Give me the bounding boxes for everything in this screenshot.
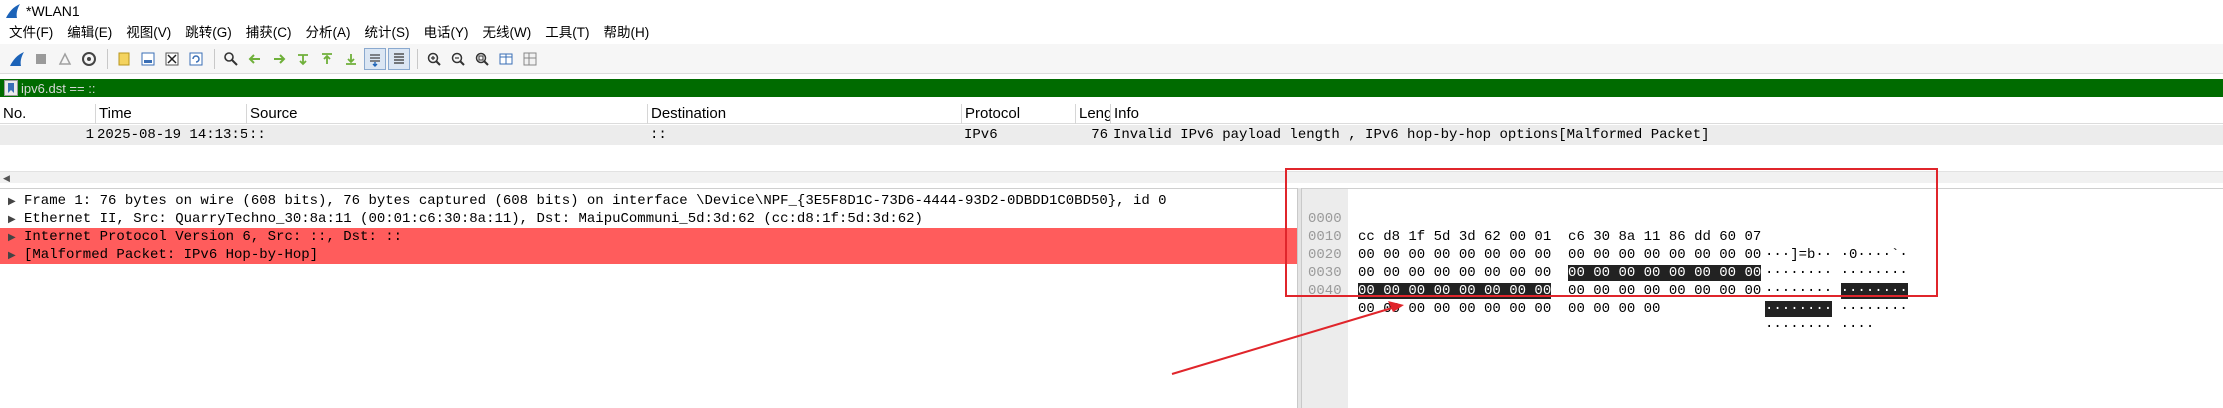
packet-source: :: (249, 127, 266, 143)
menu-edit[interactable]: 编辑(E) (62, 23, 117, 43)
toolbar-separator (214, 48, 215, 69)
ascii-selected[interactable]: ········ (1765, 301, 1833, 317)
menu-telephony[interactable]: 电话(Y) (419, 23, 474, 43)
window-title: *WLAN1 (26, 3, 80, 19)
packet-destination: :: (650, 127, 667, 143)
resize-columns-icon[interactable] (495, 48, 517, 70)
menu-analyze[interactable]: 分析(A) (301, 23, 356, 43)
main-toolbar (0, 44, 2223, 74)
go-back-icon[interactable] (244, 48, 266, 70)
packet-info: Invalid IPv6 payload length , IPv6 hop-b… (1113, 127, 1710, 143)
column-header-protocol[interactable]: Protocol (961, 104, 1075, 124)
filter-bookmark-icon[interactable] (4, 80, 18, 96)
detail-row-ethernet[interactable]: ▶ Ethernet II, Src: QuarryTechno_30:8a:11… (0, 210, 1297, 228)
capture-options-icon[interactable] (78, 48, 100, 70)
toolbar-separator (107, 48, 108, 69)
hex-bytes-a[interactable]: 00 00 00 00 00 00 00 00 (1358, 301, 1551, 317)
close-file-icon[interactable] (161, 48, 183, 70)
restart-icon[interactable] (54, 48, 76, 70)
menu-tools[interactable]: 工具(T) (540, 23, 594, 43)
column-header-info[interactable]: Info (1110, 104, 2223, 124)
find-packet-icon[interactable] (220, 48, 242, 70)
go-to-packet-icon[interactable] (292, 48, 314, 70)
packet-list-header: No. Time Source Destination Protocol Len… (0, 104, 2223, 124)
hex-ascii[interactable]: ········ ········ (1765, 300, 1908, 318)
detail-text: Frame 1: 76 bytes on wire (608 bits), 76… (24, 193, 1167, 209)
ascii-b[interactable]: ········ (1841, 301, 1908, 317)
title-bar: *WLAN1 (0, 0, 2223, 22)
layout-icon[interactable] (519, 48, 541, 70)
colorize-icon[interactable] (388, 47, 410, 70)
packet-protocol: IPv6 (964, 127, 998, 143)
hex-ascii[interactable]: ········ ···· (1765, 318, 1874, 336)
menu-help[interactable]: 帮助(H) (598, 23, 654, 43)
zoom-out-icon[interactable] (447, 48, 469, 70)
detail-text: [Malformed Packet: IPv6 Hop-by-Hop] (24, 247, 319, 263)
detail-row-frame[interactable]: ▶ Frame 1: 76 bytes on wire (608 bits), 7… (0, 192, 1297, 210)
open-file-icon[interactable] (113, 48, 135, 70)
detail-text: Internet Protocol Version 6, Src: ::, Ds… (24, 229, 403, 245)
hex-bytes[interactable]: 00 00 00 00 00 00 00 00 00 00 00 00 (1358, 300, 1660, 318)
ascii-a[interactable]: ········ (1765, 319, 1832, 335)
expand-arrow-icon[interactable]: ▶ (8, 212, 24, 228)
wireshark-fin-icon (6, 4, 20, 18)
menu-capture[interactable]: 捕获(C) (241, 23, 297, 43)
column-header-time[interactable]: Time (95, 104, 246, 124)
menu-file[interactable]: 文件(F) (4, 23, 58, 43)
column-header-no[interactable]: No. (0, 104, 95, 124)
detail-row-malformed[interactable]: ▶ [Malformed Packet: IPv6 Hop-by-Hop] (0, 246, 1297, 264)
expand-arrow-icon[interactable]: ▶ (8, 230, 24, 246)
detail-row-ipv6[interactable]: ▶ Internet Protocol Version 6, Src: ::, D… (0, 228, 1297, 246)
toolbar-separator (417, 48, 418, 69)
menu-wireless[interactable]: 无线(W) (478, 23, 537, 43)
menu-go[interactable]: 跳转(G) (180, 23, 237, 43)
menu-statistics[interactable]: 统计(S) (360, 23, 415, 43)
annotation-highlight-box (1285, 168, 1938, 297)
column-header-length[interactable]: Lengtl (1075, 104, 1110, 124)
packet-no: 1 (85, 127, 94, 143)
scroll-left-icon[interactable]: ◀ (3, 172, 10, 184)
column-header-source[interactable]: Source (246, 104, 647, 124)
zoom-reset-icon[interactable] (471, 48, 493, 70)
packet-row[interactable]: 1 2025-08-19 14:13:52.807766 :: :: IPv6 … (0, 125, 2223, 145)
autoscroll-icon[interactable] (364, 47, 386, 70)
hex-bytes-b[interactable]: 00 00 00 00 (1568, 301, 1660, 317)
menu-bar: 文件(F) 编辑(E) 视图(V) 跳转(G) 捕获(C) 分析(A) 统计(S… (0, 22, 2223, 44)
display-filter-bar[interactable]: ipv6.dst == :: (0, 79, 2223, 97)
detail-text: Ethernet II, Src: QuarryTechno_30:8a:11 … (24, 211, 923, 227)
filter-expression[interactable]: ipv6.dst == :: (21, 81, 95, 96)
zoom-in-icon[interactable] (423, 48, 445, 70)
shark-fin-start-icon[interactable] (6, 48, 28, 70)
packet-time: 2025-08-19 14:13:52.807766 (97, 127, 247, 143)
reload-icon[interactable] (185, 48, 207, 70)
expand-arrow-icon[interactable]: ▶ (8, 248, 24, 264)
save-file-icon[interactable] (137, 48, 159, 70)
packet-details-pane: ▶ Frame 1: 76 bytes on wire (608 bits), 7… (0, 188, 1297, 408)
expand-arrow-icon[interactable]: ▶ (8, 194, 24, 210)
menu-view[interactable]: 视图(V) (121, 23, 176, 43)
go-forward-icon[interactable] (268, 48, 290, 70)
packet-length: 76 (1091, 127, 1108, 143)
stop-icon[interactable] (30, 48, 52, 70)
go-first-icon[interactable] (316, 48, 338, 70)
go-last-icon[interactable] (340, 48, 362, 70)
ascii-b[interactable]: ···· (1841, 319, 1875, 335)
column-header-destination[interactable]: Destination (647, 104, 961, 124)
